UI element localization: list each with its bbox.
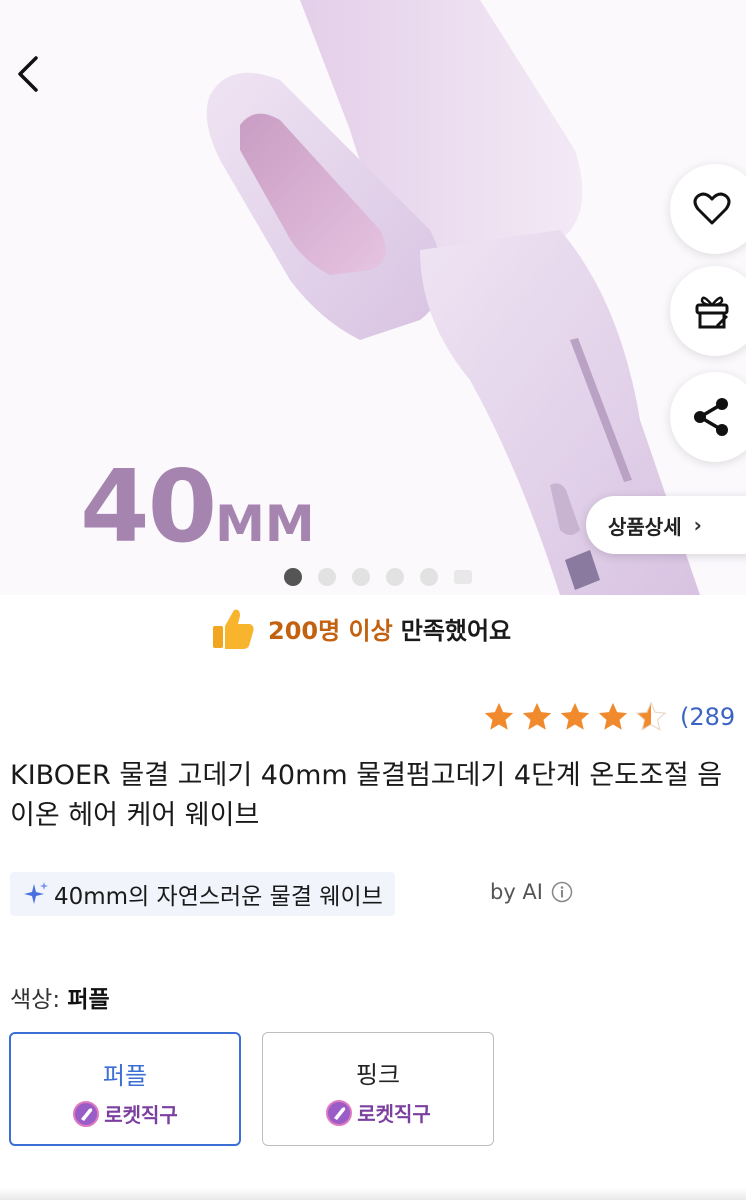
product-detail-button[interactable]: 상품상세 ›: [586, 496, 746, 554]
review-count[interactable]: (289: [680, 703, 735, 731]
rocket-direct-badge: 로켓직구: [72, 1099, 178, 1128]
satisfaction-banner: 200명 이상 만족했어요: [210, 604, 511, 652]
color-option-purple[interactable]: 퍼플 로켓직구: [9, 1032, 241, 1146]
heart-icon: [693, 192, 731, 225]
size-number: 40: [80, 448, 217, 565]
sparkle-icon: [24, 882, 48, 904]
star-icon: [598, 702, 628, 730]
carousel-dot[interactable]: [352, 568, 370, 586]
product-image-carousel[interactable]: 40MM 상품상세 ›: [0, 0, 746, 595]
ai-summary-text: 40mm의 자연스러운 물결 웨이브: [54, 884, 383, 910]
product-detail-label: 상품상세: [608, 514, 682, 539]
carousel-dot[interactable]: [318, 568, 336, 586]
rocket-direct-label: 로켓직구: [104, 1103, 178, 1127]
carousel-indicator: [284, 568, 472, 586]
gift-icon: [695, 296, 729, 329]
size-unit: MM: [215, 495, 315, 553]
share-icon: [694, 398, 728, 436]
chevron-right-icon: ›: [693, 513, 702, 537]
carousel-dot[interactable]: [386, 568, 404, 586]
satisfaction-count: 200명 이상: [268, 616, 393, 645]
info-icon[interactable]: [551, 881, 573, 903]
rating-row[interactable]: (289: [482, 700, 735, 734]
star-half-icon: [635, 701, 667, 731]
satisfaction-text: 만족했어요: [400, 616, 512, 645]
color-option-name: 핑크: [355, 1061, 401, 1089]
color-label-prefix: 색상:: [10, 987, 68, 1013]
by-ai-label[interactable]: by AI: [490, 880, 573, 904]
color-option-pink[interactable]: 핑크 로켓직구: [262, 1032, 494, 1146]
back-button[interactable]: [8, 52, 52, 96]
carousel-more-icon[interactable]: [454, 570, 472, 584]
star-icon: [522, 702, 552, 730]
carousel-dot[interactable]: [420, 568, 438, 586]
thumbs-up-icon: [213, 609, 254, 649]
color-selected-value: 퍼플: [67, 987, 110, 1013]
rocket-icon: [73, 1100, 100, 1127]
color-option-name: 퍼플: [102, 1062, 148, 1090]
bottom-divider: [0, 1188, 746, 1200]
color-label: 색상: 퍼플: [10, 980, 110, 1014]
rocket-direct-label: 로켓직구: [357, 1102, 431, 1126]
rocket-direct-badge: 로켓직구: [325, 1098, 431, 1127]
star-icon: [560, 702, 590, 730]
size-overlay-text: 40MM: [80, 448, 315, 565]
star-icon: [484, 702, 514, 730]
rocket-icon: [326, 1099, 353, 1126]
product-title: KIBOER 물결 고데기 40mm 물결펌고데기 4단계 온도조절 음이온 헤…: [10, 760, 723, 831]
back-arrow-icon: [18, 56, 38, 92]
ai-summary-chip: 40mm의 자연스러운 물결 웨이브: [10, 872, 395, 916]
carousel-dot[interactable]: [284, 568, 302, 586]
by-ai-text: by AI: [490, 880, 543, 904]
